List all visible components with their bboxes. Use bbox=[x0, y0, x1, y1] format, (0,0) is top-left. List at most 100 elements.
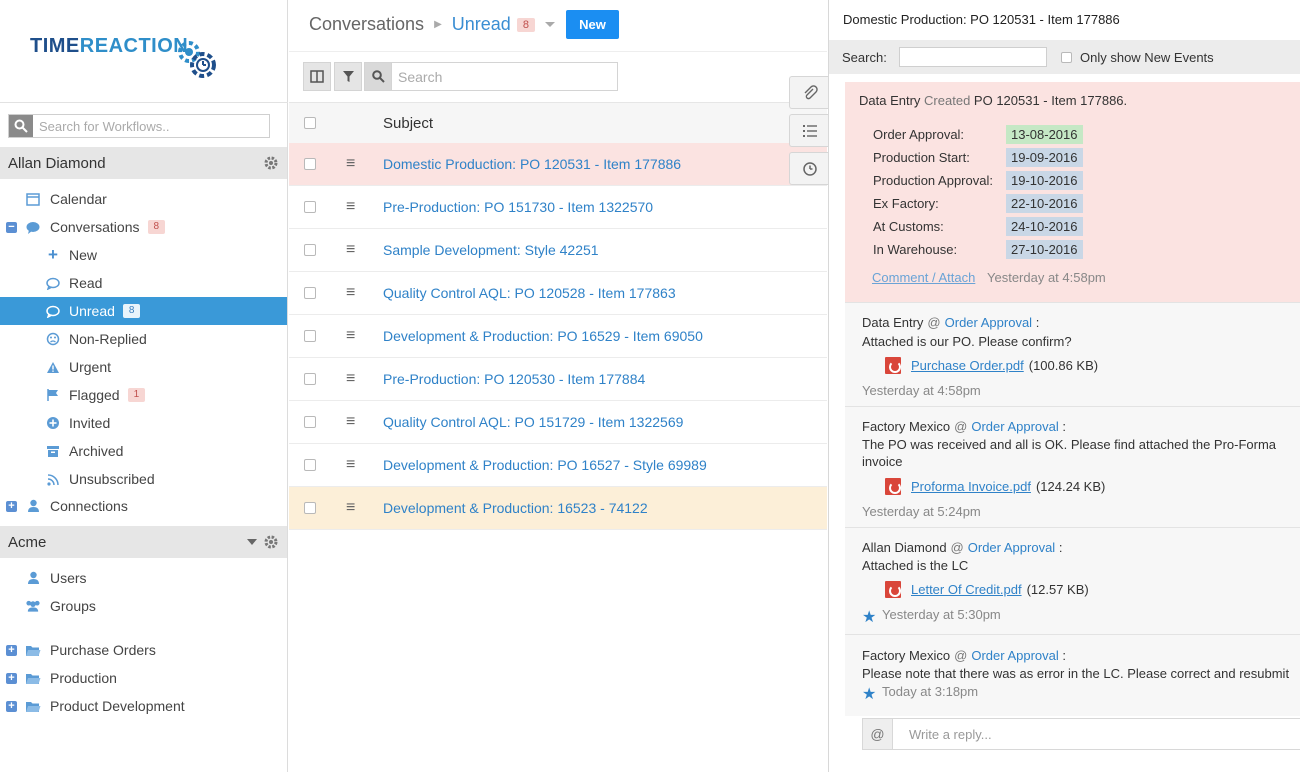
sidebar-item-read[interactable]: Read bbox=[0, 269, 287, 297]
sidebar-item-urgent[interactable]: Urgent bbox=[0, 353, 287, 381]
table-row[interactable]: ≡ Development & Production: 16523 - 7412… bbox=[289, 487, 827, 530]
row-subject[interactable]: Pre-Production: PO 120530 - Item 177884 bbox=[383, 371, 645, 387]
attachment[interactable]: Letter Of Credit.pdf (12.57 KB) bbox=[885, 581, 1089, 598]
row-subject[interactable]: Development & Production: 16523 - 74122 bbox=[383, 500, 648, 516]
reply-box[interactable]: @ Write a reply... bbox=[862, 718, 1300, 750]
list-view-tab[interactable] bbox=[789, 114, 829, 147]
only-new-events-label[interactable]: Only show New Events bbox=[1080, 50, 1214, 65]
search-input[interactable]: Search bbox=[391, 62, 618, 91]
star-icon[interactable]: ★ bbox=[862, 684, 876, 704]
sidebar-item-flagged[interactable]: Flagged 1 bbox=[0, 381, 287, 409]
row-subject[interactable]: Development & Production: PO 16529 - Ite… bbox=[383, 328, 703, 344]
only-new-events-checkbox[interactable] bbox=[1061, 51, 1072, 63]
row-checkbox[interactable] bbox=[304, 244, 316, 256]
sidebar-item-archived[interactable]: Archived bbox=[0, 437, 287, 465]
menu-icon[interactable]: ≡ bbox=[346, 370, 355, 388]
table-row[interactable]: ≡ Domestic Production: PO 120531 - Item … bbox=[289, 143, 827, 186]
menu-icon[interactable]: ≡ bbox=[346, 499, 355, 517]
mention-button[interactable]: @ bbox=[863, 719, 893, 749]
row-subject[interactable]: Domestic Production: PO 120531 - Item 17… bbox=[383, 156, 681, 172]
attachment[interactable]: Purchase Order.pdf (100.86 KB) bbox=[885, 357, 1098, 374]
sidebar-item-conversations[interactable]: − Conversations 8 bbox=[0, 213, 287, 241]
attachments-tab[interactable] bbox=[789, 76, 829, 109]
row-checkbox[interactable] bbox=[304, 416, 316, 428]
sidebar-item-unsubscribed[interactable]: Unsubscribed bbox=[0, 465, 287, 493]
chevron-down-icon[interactable] bbox=[247, 539, 257, 545]
stage-link[interactable]: Order Approval bbox=[971, 419, 1058, 434]
org-section-header[interactable]: Acme bbox=[0, 526, 287, 558]
panel-search-input[interactable] bbox=[899, 47, 1047, 67]
menu-icon[interactable]: ≡ bbox=[346, 413, 355, 431]
gear-icon[interactable] bbox=[263, 155, 279, 175]
sidebar-item-calendar[interactable]: Calendar bbox=[0, 185, 287, 213]
collapse-icon[interactable]: − bbox=[6, 221, 17, 233]
row-subject[interactable]: Quality Control AQL: PO 151729 - Item 13… bbox=[383, 414, 683, 430]
table-row[interactable]: ≡ Quality Control AQL: PO 151729 - Item … bbox=[289, 401, 827, 444]
sidebar-item-groups[interactable]: Groups bbox=[0, 592, 287, 620]
expand-icon[interactable]: + bbox=[6, 500, 17, 512]
workflow-search[interactable]: Search for Workflows.. bbox=[8, 114, 270, 138]
row-checkbox[interactable] bbox=[304, 330, 316, 342]
logo[interactable]: TIMEREACTION bbox=[0, 0, 288, 103]
message-author[interactable]: Data Entry bbox=[862, 315, 923, 330]
breadcrumb-current[interactable]: Unread bbox=[452, 14, 511, 35]
sidebar-item-unread[interactable]: Unread 8 bbox=[0, 297, 287, 325]
menu-icon[interactable]: ≡ bbox=[346, 327, 355, 345]
table-row[interactable]: ≡ Pre-Production: PO 151730 - Item 13225… bbox=[289, 186, 827, 229]
attachment-link[interactable]: Letter Of Credit.pdf bbox=[911, 582, 1022, 597]
table-row[interactable]: ≡ Development & Production: PO 16529 - I… bbox=[289, 315, 827, 358]
menu-icon[interactable]: ≡ bbox=[346, 456, 355, 474]
menu-icon[interactable]: ≡ bbox=[346, 241, 355, 259]
row-subject[interactable]: Development & Production: PO 16527 - Sty… bbox=[383, 457, 707, 473]
message-author[interactable]: Allan Diamond bbox=[862, 540, 947, 555]
chevron-down-icon[interactable] bbox=[544, 22, 555, 27]
sidebar-item-non-replied[interactable]: Non-Replied bbox=[0, 325, 287, 353]
row-subject[interactable]: Pre-Production: PO 151730 - Item 1322570 bbox=[383, 199, 653, 215]
reply-input[interactable]: Write a reply... bbox=[909, 727, 992, 742]
comment-attach-link[interactable]: Comment / Attach bbox=[872, 270, 975, 285]
row-checkbox[interactable] bbox=[304, 373, 316, 385]
new-button[interactable]: New bbox=[566, 10, 619, 39]
menu-icon[interactable]: ≡ bbox=[346, 284, 355, 302]
search-toggle-button[interactable] bbox=[364, 62, 392, 91]
attachment[interactable]: Proforma Invoice.pdf (124.24 KB) bbox=[885, 478, 1105, 495]
expand-icon[interactable]: + bbox=[6, 672, 17, 684]
menu-icon[interactable]: ≡ bbox=[346, 198, 355, 216]
sidebar-item-product-development[interactable]: + Product Development bbox=[0, 692, 287, 720]
star-icon[interactable]: ★ bbox=[862, 607, 876, 627]
menu-icon[interactable]: ≡ bbox=[346, 155, 355, 173]
message-author[interactable]: Factory Mexico bbox=[862, 419, 950, 434]
filter-button[interactable] bbox=[334, 62, 362, 91]
attachment-link[interactable]: Purchase Order.pdf bbox=[911, 358, 1024, 373]
breadcrumb-root[interactable]: Conversations bbox=[309, 14, 424, 35]
sidebar-item-invited[interactable]: Invited bbox=[0, 409, 287, 437]
table-row[interactable]: ≡ Development & Production: PO 16527 - S… bbox=[289, 444, 827, 487]
message-author[interactable]: Factory Mexico bbox=[862, 648, 950, 663]
sidebar-item-users[interactable]: Users bbox=[0, 564, 287, 592]
select-all-checkbox[interactable] bbox=[304, 117, 316, 129]
table-row[interactable]: ≡ Pre-Production: PO 120530 - Item 17788… bbox=[289, 358, 827, 401]
sidebar-item-new[interactable]: + New bbox=[0, 241, 287, 269]
stage-link[interactable]: Order Approval bbox=[945, 315, 1032, 330]
row-checkbox[interactable] bbox=[304, 459, 316, 471]
row-checkbox[interactable] bbox=[304, 502, 316, 514]
sidebar-item-purchase-orders[interactable]: + Purchase Orders bbox=[0, 636, 287, 664]
table-row[interactable]: ≡ Quality Control AQL: PO 120528 - Item … bbox=[289, 272, 827, 315]
attachment-link[interactable]: Proforma Invoice.pdf bbox=[911, 479, 1031, 494]
row-checkbox[interactable] bbox=[304, 158, 316, 170]
row-subject[interactable]: Sample Development: Style 42251 bbox=[383, 242, 599, 258]
gear-icon[interactable] bbox=[263, 534, 279, 554]
stage-link[interactable]: Order Approval bbox=[971, 648, 1058, 663]
sidebar-item-production[interactable]: + Production bbox=[0, 664, 287, 692]
stage-link[interactable]: Order Approval bbox=[968, 540, 1055, 555]
row-subject[interactable]: Quality Control AQL: PO 120528 - Item 17… bbox=[383, 285, 676, 301]
user-section-header[interactable]: Allan Diamond bbox=[0, 147, 287, 179]
row-checkbox[interactable] bbox=[304, 287, 316, 299]
expand-icon[interactable]: + bbox=[6, 644, 17, 656]
history-tab[interactable] bbox=[789, 152, 829, 185]
table-row[interactable]: ≡ Sample Development: Style 42251 bbox=[289, 229, 827, 272]
column-header-subject[interactable]: Subject bbox=[383, 115, 433, 132]
expand-icon[interactable]: + bbox=[6, 700, 17, 712]
columns-toggle-button[interactable] bbox=[303, 62, 331, 91]
row-checkbox[interactable] bbox=[304, 201, 316, 213]
